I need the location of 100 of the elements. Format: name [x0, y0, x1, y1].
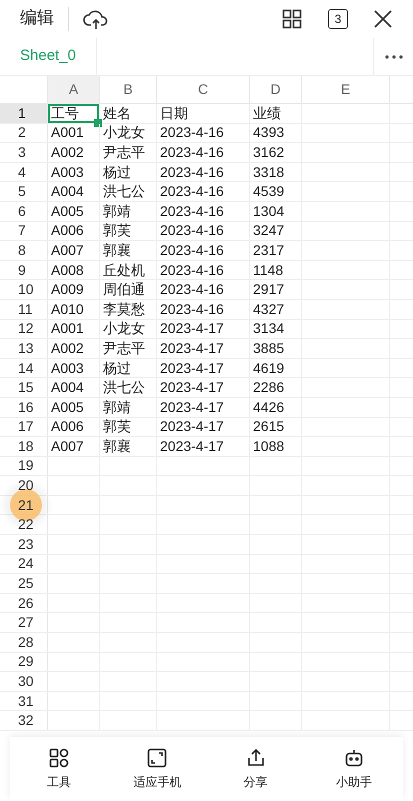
toolbar-button[interactable]: 适应手机	[108, 744, 206, 794]
table-cell: 2023-4-17	[160, 340, 224, 356]
row-number[interactable]: 17	[18, 416, 34, 438]
table-cell: 1148	[253, 262, 284, 278]
table-cell: 郭靖	[103, 400, 131, 415]
table-cell: 郭靖	[103, 204, 131, 219]
table-cell: 郭芙	[103, 223, 131, 238]
table-cell: A010	[51, 302, 84, 317]
table-cell: A006	[51, 223, 84, 238]
table-cell: 郭芙	[103, 419, 131, 434]
grid-icon[interactable]	[282, 9, 302, 29]
toolbar-button[interactable]: 工具	[10, 744, 108, 794]
table-cell: 李莫愁	[103, 302, 145, 317]
table-cell: 日期	[160, 106, 188, 121]
table-cell: 周伯通	[103, 282, 145, 298]
table-cell: 4393	[253, 125, 284, 140]
table-cell: 4539	[253, 184, 284, 200]
table-cell: A001	[51, 321, 84, 336]
edit-label[interactable]: 编辑	[20, 6, 54, 32]
table-cell: A003	[51, 360, 84, 376]
table-cell: 2023-4-16	[160, 242, 224, 258]
close-icon[interactable]	[373, 9, 393, 29]
row-number[interactable]: 8	[18, 240, 26, 261]
row-number[interactable]: 20	[18, 475, 34, 496]
table-cell: A006	[51, 419, 84, 434]
row-number[interactable]: 29	[18, 651, 34, 672]
window-count-button[interactable]: 3	[328, 9, 348, 29]
table-cell: 洪七公	[103, 380, 145, 396]
table-cell: 2023-4-17	[160, 419, 224, 434]
row-number[interactable]: 23	[18, 534, 34, 555]
table-cell: 2023-4-16	[160, 262, 224, 278]
table-cell: 2023-4-16	[160, 125, 224, 140]
table-cell: 3318	[253, 164, 284, 180]
row-number[interactable]: 4	[18, 162, 26, 183]
row-number[interactable]: 30	[18, 671, 34, 692]
row-number[interactable]: 26	[18, 592, 34, 614]
row-number[interactable]: 27	[18, 612, 34, 634]
row-number[interactable]: 18	[18, 436, 34, 457]
row-number[interactable]: 28	[18, 632, 34, 653]
table-cell: A002	[51, 340, 84, 356]
table-cell: 业绩	[253, 106, 281, 121]
table-cell: 3134	[253, 321, 284, 336]
row-number[interactable]: 24	[18, 553, 34, 574]
more-icon[interactable]	[384, 54, 402, 58]
toolbar-button[interactable]: 小助手	[304, 744, 403, 794]
table-cell: 1088	[253, 438, 284, 454]
table-cell: A008	[51, 262, 84, 278]
table-cell: 3162	[253, 144, 284, 160]
table-cell: 3247	[253, 223, 284, 238]
grid-icon	[49, 748, 70, 768]
table-cell: A001	[51, 125, 84, 140]
share-icon	[246, 748, 266, 768]
row-number[interactable]: 13	[18, 338, 34, 359]
table-cell: 2023-4-17	[160, 438, 224, 454]
table-cell: 3885	[253, 340, 284, 356]
table-cell: 洪七公	[103, 184, 145, 200]
row-number[interactable]: 7	[18, 220, 26, 242]
table-cell: 2023-4-17	[160, 400, 224, 415]
table-cell: 尹志平	[103, 340, 145, 356]
row-number[interactable]: 21	[18, 494, 34, 516]
table-cell: A003	[51, 164, 84, 180]
table-cell: A009	[51, 282, 84, 298]
row-number[interactable]: 2	[18, 122, 26, 144]
fill-handle[interactable]	[94, 118, 102, 127]
table-cell: 2023-4-16	[160, 223, 224, 238]
row-number[interactable]: 11	[18, 298, 33, 320]
row-number[interactable]: 15	[18, 377, 34, 398]
column-header[interactable]: A	[48, 76, 100, 103]
table-cell: 2615	[253, 419, 284, 434]
table-cell: 小龙女	[103, 125, 145, 140]
toolbar-button[interactable]: 分享	[206, 744, 305, 794]
floating-assistant-button[interactable]	[10, 489, 42, 521]
table-cell: 杨过	[103, 360, 131, 376]
selected-cell-border	[48, 104, 99, 123]
row-number[interactable]: 10	[18, 279, 34, 300]
table-cell: 2023-4-16	[160, 302, 224, 317]
row-number[interactable]: 19	[18, 455, 34, 476]
row-number[interactable]: 5	[18, 181, 26, 202]
table-cell: A007	[51, 242, 84, 258]
row-number[interactable]: 25	[18, 573, 34, 594]
robot-icon	[344, 748, 364, 768]
row-number[interactable]: 16	[18, 396, 34, 418]
row-number[interactable]: 1	[18, 102, 26, 124]
row-number[interactable]: 3	[18, 142, 26, 163]
table-cell: 2023-4-16	[160, 144, 224, 160]
table-cell: A004	[51, 184, 84, 200]
table-cell: 2286	[253, 380, 284, 396]
table-cell: 2317	[253, 242, 284, 258]
table-cell: 2917	[253, 282, 284, 298]
row-number[interactable]: 31	[18, 690, 34, 712]
cloud-upload-icon[interactable]	[83, 8, 109, 30]
row-number[interactable]: 12	[18, 318, 34, 340]
row-number[interactable]: 6	[18, 200, 26, 222]
table-cell: A005	[51, 204, 84, 219]
table-cell: 杨过	[103, 164, 131, 180]
row-number[interactable]: 32	[18, 710, 34, 732]
row-number[interactable]: 14	[18, 358, 34, 379]
row-number[interactable]: 9	[18, 260, 26, 281]
table-cell: 2023-4-17	[160, 321, 224, 336]
row-number[interactable]: 22	[18, 514, 34, 536]
